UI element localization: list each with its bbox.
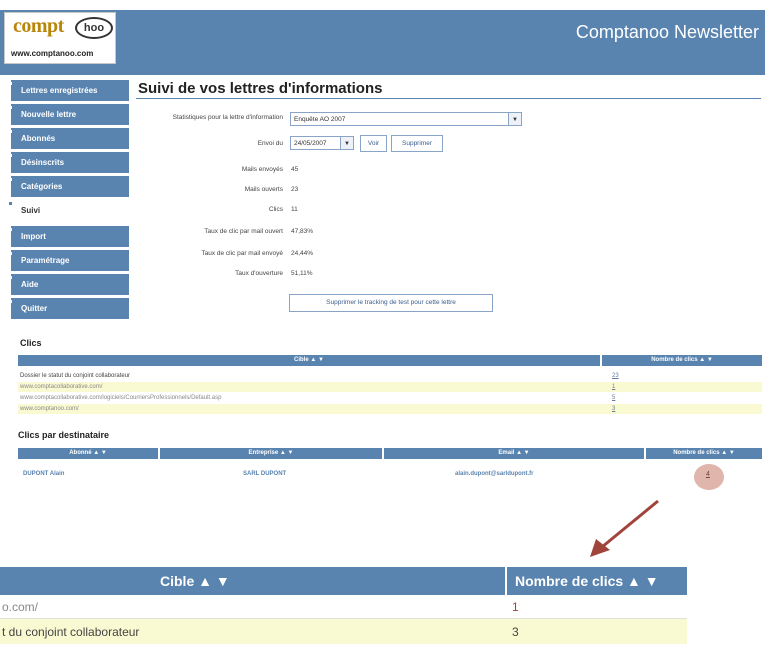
clics-section-title: Clics (20, 338, 42, 348)
zoom-header-count: Nombre de clics ▲ ▼ (507, 567, 687, 595)
zoom-cell-count: 3 (512, 625, 519, 639)
sent-label: Envoi du (257, 140, 283, 147)
sidebar-item-desinscrits[interactable]: Désinscrits (8, 152, 129, 173)
sidebar-item-label: Abonnés (21, 134, 56, 143)
zoom-col-count-label: Nombre de clics ▲ ▼ (515, 573, 659, 589)
zoom-cell-target: o.com/ (2, 600, 39, 614)
sidebar-item-nouvelle-lettre[interactable]: Nouvelle lettre (8, 104, 129, 125)
cell-target: www.comptanoo.com/ (20, 406, 79, 412)
sidebar-item-label: Désinscrits (21, 158, 65, 167)
ctr-sent-label: Taux de clic par mail envoyé (201, 250, 283, 257)
comptanoo-logo[interactable]: compt hoo www.comptanoo.com (4, 12, 116, 64)
mails-sent-label: Mails envoyés (241, 166, 283, 173)
zoom-row: o.com/ 1 (0, 596, 687, 619)
ctr-open-value: 47,83% (291, 228, 314, 235)
view-button[interactable]: Voir (360, 135, 387, 152)
zoom-cell-count: 1 (512, 600, 519, 614)
zoom-col-target-label: Cible ▲ ▼ (160, 573, 230, 589)
ctr-sent-value: 24,44% (291, 250, 314, 257)
table-row: www.comptacollaborative.com/ 1 (18, 382, 762, 392)
callout-arrow-icon (590, 499, 659, 557)
mails-opened-value: 23 (291, 186, 299, 193)
sidebar-item-import[interactable]: Import (8, 226, 129, 247)
sidebar-item-quitter[interactable]: Quitter (8, 298, 129, 319)
send-date-select[interactable]: 24/05/2007 ▼ (290, 136, 354, 150)
logo-wordmark: compt (13, 15, 64, 37)
cell-company: SARL DUPONT (243, 471, 287, 477)
chevron-down-icon: ▼ (340, 137, 353, 149)
open-rate-value: 51,11% (291, 270, 313, 277)
col-header-subscriber[interactable]: Abonné ▲ ▼ (18, 448, 158, 459)
sidebar-item-label: Suivi (21, 206, 41, 215)
sidebar-item-label: Import (21, 232, 46, 241)
remove-tracking-button[interactable]: Supprimer le tracking de test pour cette… (289, 294, 493, 312)
cell-target: www.comptacollaborative.com/logiciels/Co… (20, 395, 222, 401)
bullet-icon (9, 154, 12, 157)
sidebar-item-suivi[interactable]: Suivi (8, 200, 129, 221)
bullet-icon (9, 130, 12, 133)
logo-oval: hoo (75, 17, 113, 39)
sidebar-item-label: Catégories (21, 182, 63, 191)
bullet-icon (9, 178, 12, 181)
zoom-cell-target: t du conjoint collaborateur (2, 625, 140, 639)
cell-target: www.comptacollaborative.com/ (20, 384, 103, 390)
sidebar-item-label: Aide (21, 280, 39, 289)
table-row: Dossier le statut du conjoint collaborat… (18, 371, 762, 381)
cell-count-link[interactable]: 5 (612, 393, 615, 403)
stats-label: Statistiques pour la lettre d'informatio… (172, 114, 283, 121)
col-header-company[interactable]: Entreprise ▲ ▼ (160, 448, 382, 459)
bullet-icon (9, 228, 12, 231)
cell-count-link[interactable]: 23 (612, 371, 619, 381)
table-row: www.comptanoo.com/ 3 (18, 404, 762, 414)
sidebar-item-parametrage[interactable]: Paramétrage (8, 250, 129, 271)
delete-button[interactable]: Supprimer (391, 135, 443, 152)
sidebar-item-label: Quitter (21, 304, 48, 313)
newsletter-select-value: Enquête AO 2007 (294, 116, 346, 123)
sidebar-item-abonnes[interactable]: Abonnés (8, 128, 129, 149)
sidebar-item-label: Lettres enregistrées (21, 86, 98, 95)
cell-count-link[interactable]: 3 (612, 404, 615, 414)
cell-email: alain.dupont@sarldupont.fr (455, 471, 534, 477)
chevron-down-icon: ▼ (508, 113, 521, 125)
newsletter-select[interactable]: Enquête AO 2007 ▼ (290, 112, 522, 126)
bullet-icon (9, 202, 12, 205)
col-header-email[interactable]: Email ▲ ▼ (384, 448, 644, 459)
send-date-value: 24/05/2007 (294, 140, 327, 147)
sidebar-item-aide[interactable]: Aide (8, 274, 129, 295)
mails-opened-label: Mails ouverts (244, 186, 283, 193)
clicks-value: 11 (291, 206, 298, 213)
mails-sent-value: 45 (291, 166, 299, 173)
cell-count-link[interactable]: 4 (706, 471, 710, 478)
bullet-icon (9, 276, 12, 279)
cell-subscriber[interactable]: DUPONT Alain (23, 469, 64, 479)
cell-target: Dossier le statut du conjoint collaborat… (20, 373, 131, 379)
sidebar-item-label: Paramétrage (21, 256, 70, 265)
title-divider (136, 98, 761, 99)
open-rate-label: Taux d'ouverture (235, 270, 283, 277)
bullet-icon (9, 106, 12, 109)
col-header-dest-click-count[interactable]: Nombre de clics ▲ ▼ (646, 448, 762, 459)
zoom-row: t du conjoint collaborateur 3 (0, 619, 687, 644)
col-header-click-count[interactable]: Nombre de clics ▲ ▼ (602, 355, 762, 366)
table-row: DUPONT Alain SARL DUPONT alain.dupont@sa… (18, 469, 762, 479)
cell-count-link[interactable]: 1 (612, 382, 615, 392)
logo-url: www.comptanoo.com (11, 49, 94, 58)
page-title: Suivi de vos lettres d'informations (138, 80, 383, 97)
app-title: Comptanoo Newsletter (575, 22, 759, 42)
bullet-icon (9, 252, 12, 255)
ctr-open-label: Taux de clic par mail ouvert (204, 228, 283, 235)
bullet-icon (9, 82, 12, 85)
col-header-target[interactable]: Cible ▲ ▼ (18, 355, 600, 366)
table-row: www.comptacollaborative.com/logiciels/Co… (18, 393, 762, 403)
sidebar-item-label: Nouvelle lettre (21, 110, 77, 119)
clicks-label: Clics (268, 206, 283, 213)
sidebar-item-lettres-enregistrees[interactable]: Lettres enregistrées (8, 80, 129, 101)
dest-section-title: Clics par destinataire (18, 430, 110, 440)
bullet-icon (9, 300, 12, 303)
sidebar-item-categories[interactable]: Catégories (8, 176, 129, 197)
zoom-header-target: Cible ▲ ▼ (0, 567, 505, 595)
